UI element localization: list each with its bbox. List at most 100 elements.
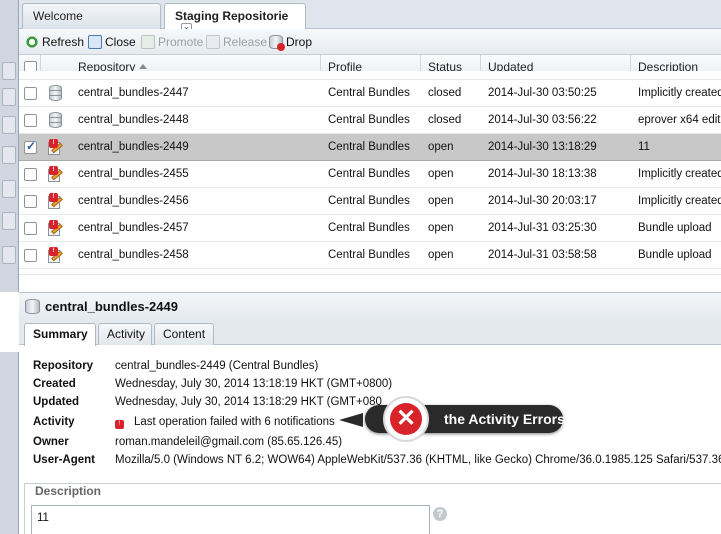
cell-status: open bbox=[428, 249, 454, 261]
promote-button[interactable]: Promote bbox=[141, 33, 203, 51]
database-icon bbox=[49, 85, 62, 101]
field-value: Wednesday, July 30, 2014 13:18:19 HKT (G… bbox=[115, 378, 393, 390]
field-value: central_bundles-2449 (Central Bundles) bbox=[115, 360, 319, 372]
tab-label: Staging Repositorie bbox=[175, 9, 289, 23]
cell-updated: 2014-Jul-30 18:13:38 bbox=[488, 168, 597, 180]
tab-label: Activity bbox=[107, 327, 146, 341]
field-value: Mozilla/5.0 (Windows NT 6.2; WOW64) Appl… bbox=[115, 454, 721, 466]
tab-staging-repositories[interactable]: Staging Repositorie× bbox=[164, 3, 306, 34]
table-row[interactable]: ! central_bundles-2449 Central Bundles open… bbox=[19, 134, 721, 161]
field-label: User-Agent bbox=[33, 454, 95, 466]
promote-label: Promote bbox=[158, 35, 204, 49]
cell-description: Implicitly created bbox=[638, 168, 721, 180]
callout-text: the Activity Errors bbox=[444, 411, 565, 427]
left-panel-item[interactable] bbox=[2, 180, 16, 198]
cell-updated: 2014-Jul-30 03:56:22 bbox=[488, 114, 597, 126]
callout-pointer bbox=[339, 413, 363, 427]
row-checkbox[interactable] bbox=[24, 195, 37, 208]
cell-profile: Central Bundles bbox=[328, 222, 410, 234]
repositories-grid: Repository Profile Status Updated Descri… bbox=[19, 55, 721, 290]
release-icon bbox=[206, 35, 220, 49]
field-label: Created bbox=[33, 378, 76, 390]
left-panel-item[interactable] bbox=[2, 246, 16, 264]
tab-summary[interactable]: Summary bbox=[24, 323, 96, 346]
detail-title-bar: central_bundles-2449 bbox=[19, 293, 721, 321]
edit-repo-icon: ! bbox=[47, 220, 63, 237]
field-label: Updated bbox=[33, 396, 79, 408]
field-label: Owner bbox=[33, 436, 69, 448]
cell-status: closed bbox=[428, 114, 462, 126]
left-panel-item[interactable] bbox=[2, 88, 16, 106]
row-checkbox[interactable] bbox=[24, 139, 37, 154]
cell-status: open bbox=[428, 141, 454, 153]
cell-description: Bundle upload bbox=[638, 222, 712, 234]
table-row[interactable]: ! central_bundles-2455 Central Bundles open… bbox=[19, 161, 721, 188]
edit-repo-icon: ! bbox=[47, 166, 63, 183]
cell-repository: central_bundles-2448 bbox=[78, 114, 189, 126]
left-panel-strip bbox=[0, 0, 19, 534]
cell-status: open bbox=[428, 195, 454, 207]
table-row-partial bbox=[19, 269, 721, 275]
cell-repository: central_bundles-2455 bbox=[78, 168, 189, 180]
table-row[interactable]: ! central_bundles-2456 Central Bundles open… bbox=[19, 188, 721, 215]
cell-profile: Central Bundles bbox=[328, 168, 410, 180]
table-row[interactable]: central_bundles-2448 Central Bundles close… bbox=[19, 107, 721, 134]
row-checkbox[interactable] bbox=[24, 87, 37, 100]
description-legend: Description bbox=[33, 484, 104, 498]
field-label: Activity bbox=[33, 416, 75, 428]
table-row[interactable]: ! central_bundles-2458 Central Bundles open… bbox=[19, 242, 721, 269]
main-area: Welcome Staging Repositorie× Refresh Clo… bbox=[19, 0, 721, 534]
close-label: Close bbox=[105, 35, 136, 49]
row-checkbox[interactable] bbox=[24, 114, 37, 127]
row-checkbox[interactable] bbox=[24, 168, 37, 181]
cell-status: closed bbox=[428, 87, 462, 99]
left-panel-item[interactable] bbox=[2, 212, 16, 230]
close-button[interactable]: Close bbox=[88, 33, 136, 51]
tab-label: Summary bbox=[33, 327, 88, 341]
activity-errors-callout: ✕ the Activity Errors bbox=[339, 396, 565, 442]
release-button[interactable]: Release bbox=[206, 33, 267, 51]
left-panel-item[interactable] bbox=[2, 116, 16, 134]
tab-content[interactable]: Content bbox=[154, 323, 214, 345]
table-row-partial bbox=[19, 71, 721, 80]
cell-updated: 2014-Jul-31 03:25:30 bbox=[488, 222, 597, 234]
detail-title: central_bundles-2449 bbox=[45, 299, 178, 314]
tab-activity[interactable]: Activity bbox=[98, 323, 152, 345]
edit-repo-icon: ! bbox=[47, 139, 63, 156]
row-checkbox[interactable] bbox=[24, 249, 37, 262]
left-panel-item[interactable] bbox=[2, 62, 16, 80]
field-value[interactable]: ! Last operation failed with 6 notificati… bbox=[115, 416, 335, 429]
drop-label: Drop bbox=[286, 35, 313, 49]
cell-profile: Central Bundles bbox=[328, 249, 410, 261]
description-field[interactable]: 11 bbox=[31, 505, 430, 534]
table-row[interactable]: ! central_bundles-2457 Central Bundles open… bbox=[19, 215, 721, 242]
tab-label: Welcome bbox=[33, 9, 83, 23]
cell-profile: Central Bundles bbox=[328, 141, 410, 153]
cell-repository: central_bundles-2458 bbox=[78, 249, 189, 261]
drop-button[interactable]: Drop bbox=[269, 33, 312, 51]
cell-repository: central_bundles-2457 bbox=[78, 222, 189, 234]
tab-welcome[interactable]: Welcome bbox=[22, 3, 161, 29]
field-label: Repository bbox=[33, 360, 94, 372]
database-icon bbox=[49, 112, 62, 128]
refresh-button[interactable]: Refresh bbox=[25, 33, 84, 51]
error-x-icon: ✕ bbox=[383, 396, 429, 442]
cell-updated: 2014-Jul-30 13:18:29 bbox=[488, 141, 597, 153]
cell-description: 11 bbox=[638, 141, 650, 153]
close-repo-icon bbox=[88, 35, 102, 49]
help-icon[interactable]: ? bbox=[433, 507, 447, 521]
toolbar: Refresh Close Promote Release Drop bbox=[19, 29, 721, 55]
cell-updated: 2014-Jul-30 03:50:25 bbox=[488, 87, 597, 99]
cell-description: eprover x64 editio bbox=[638, 114, 721, 126]
row-checkbox[interactable] bbox=[24, 222, 37, 235]
field-value: roman.mandeleil@gmail.com (85.65.126.45) bbox=[115, 436, 343, 448]
detail-tabs: Summary Activity Content bbox=[19, 321, 721, 346]
cell-profile: Central Bundles bbox=[328, 87, 410, 99]
tab-bar: Welcome Staging Repositorie× bbox=[19, 0, 721, 34]
cell-profile: Central Bundles bbox=[328, 114, 410, 126]
left-panel-item[interactable] bbox=[2, 146, 16, 164]
cell-repository: central_bundles-2456 bbox=[78, 195, 189, 207]
left-panel-gap bbox=[0, 292, 19, 352]
cell-updated: 2014-Jul-30 20:03:17 bbox=[488, 195, 597, 207]
table-row[interactable]: central_bundles-2447 Central Bundles close… bbox=[19, 80, 721, 107]
